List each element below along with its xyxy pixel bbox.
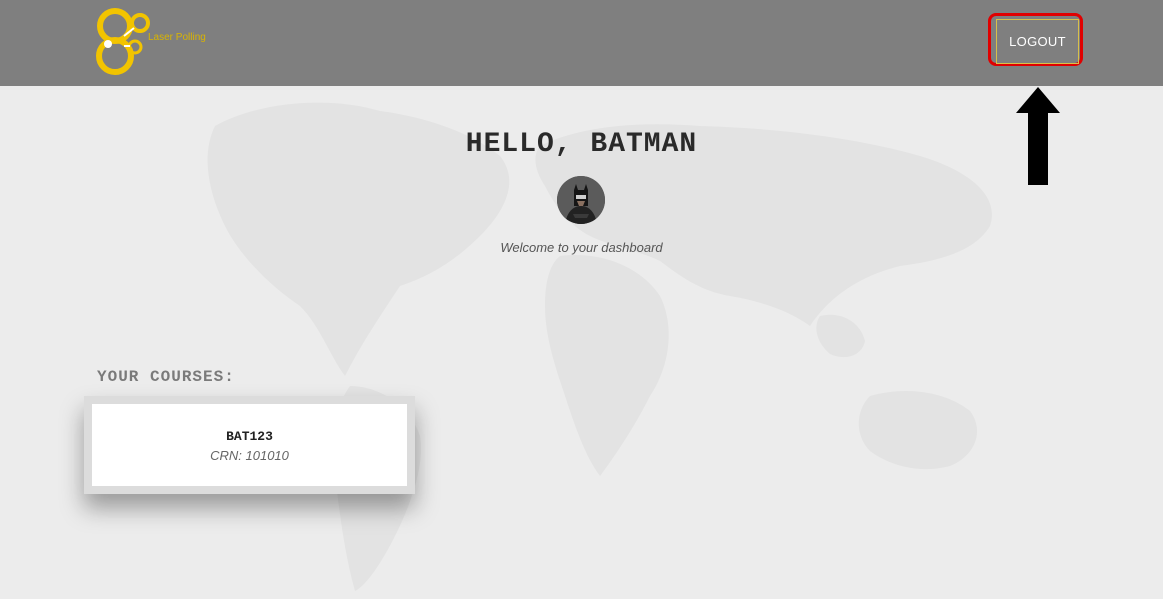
courses-heading: YOUR COURSES: — [97, 368, 235, 386]
course-crn: CRN: 101010 — [210, 448, 289, 463]
course-code: BAT123 — [226, 429, 273, 444]
welcome-text: Welcome to your dashboard — [500, 240, 663, 255]
page-title: HELLO, BATMAN — [465, 129, 698, 160]
logo-text: Laser Polling — [148, 32, 206, 43]
logout-button[interactable]: LOGOUT — [996, 19, 1079, 64]
top-header: Laser Polling LOGOUT — [0, 0, 1163, 86]
dashboard-page: Laser Polling LOGOUT HELLO, BATMAN Welco… — [0, 0, 1163, 599]
course-card[interactable]: BAT123 CRN: 101010 — [84, 396, 415, 494]
batman-avatar-icon — [557, 176, 605, 224]
avatar[interactable] — [557, 176, 605, 224]
world-map-background — [207, 102, 992, 591]
course-card-body: BAT123 CRN: 101010 — [92, 404, 407, 486]
